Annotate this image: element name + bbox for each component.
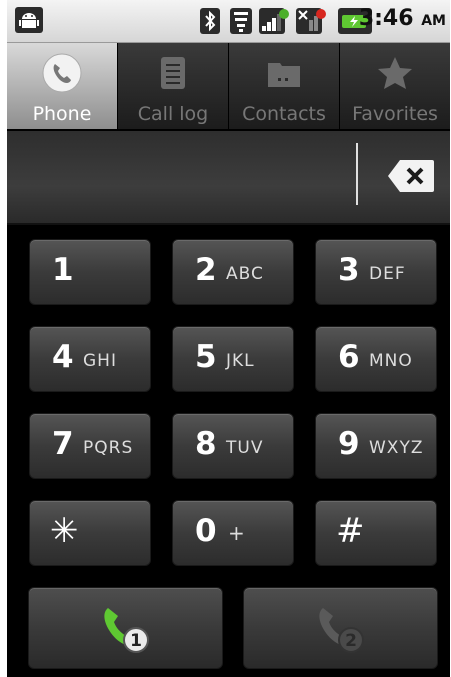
wifi-icon xyxy=(230,8,252,38)
tab-label: Call log xyxy=(137,103,209,125)
tab-favorites[interactable]: Favorites xyxy=(340,43,450,129)
star-icon xyxy=(375,53,415,93)
android-icon xyxy=(15,7,43,37)
backspace-icon[interactable] xyxy=(386,158,436,194)
tab-label: Phone xyxy=(32,103,92,125)
tab-bar: Phone Call log Contacts Favorites xyxy=(7,43,450,129)
key-2[interactable]: 2 ABC xyxy=(172,239,294,305)
key-digit: 4 xyxy=(52,339,74,375)
key-4[interactable]: 4 GHI xyxy=(29,326,151,392)
key-3[interactable]: 3 DEF xyxy=(315,239,437,305)
key-digit: 3 xyxy=(338,252,360,288)
key-star[interactable]: ✳ xyxy=(29,500,151,566)
call-sim2-icon: 2 xyxy=(318,608,364,653)
key-digit: 2 xyxy=(195,252,217,288)
no-signal-icon xyxy=(296,8,326,38)
key-pound[interactable]: # xyxy=(315,500,437,566)
call-sim2-button[interactable]: 2 xyxy=(243,587,438,669)
key-digit: 1 xyxy=(52,252,74,288)
key-digit: 5 xyxy=(195,339,217,375)
key-digit: 7 xyxy=(52,426,74,462)
key-digit: 0 xyxy=(195,513,217,549)
key-7[interactable]: 7 PQRS xyxy=(29,413,151,479)
call-sim1-button[interactable]: 1 xyxy=(28,587,223,669)
key-letters: MNO xyxy=(369,351,413,371)
key-0[interactable]: 0 + xyxy=(172,500,294,566)
key-digit: 9 xyxy=(338,426,360,462)
key-letters: PQRS xyxy=(83,438,134,458)
key-digit: 8 xyxy=(195,426,217,462)
key-9[interactable]: 9 WXYZ xyxy=(315,413,437,479)
key-5[interactable]: 5 JKL xyxy=(172,326,294,392)
key-letters: GHI xyxy=(83,351,117,371)
call-log-icon xyxy=(153,53,193,93)
dialer-screen: 3:46 AM Phone Call log Contacts Favorite… xyxy=(7,0,450,677)
key-1[interactable]: 1 xyxy=(29,239,151,305)
clock-time: 3:46 xyxy=(358,6,414,31)
call-sim1-icon: 1 xyxy=(103,608,149,653)
key-digit: # xyxy=(336,511,365,551)
text-cursor xyxy=(356,143,358,205)
key-letters: TUV xyxy=(226,438,264,458)
key-digit: 6 xyxy=(338,339,360,375)
bluetooth-icon xyxy=(200,8,220,38)
contacts-icon xyxy=(264,53,304,93)
digits-field[interactable] xyxy=(7,131,450,225)
key-letters: WXYZ xyxy=(369,438,424,458)
key-letters: ABC xyxy=(226,264,264,284)
sim1-number: 1 xyxy=(130,631,142,651)
key-digit: ✳ xyxy=(50,511,79,551)
tab-phone[interactable]: Phone xyxy=(7,43,118,129)
key-8[interactable]: 8 TUV xyxy=(172,413,294,479)
signal-icon xyxy=(259,8,289,38)
key-letters: JKL xyxy=(226,351,255,371)
tab-call-log[interactable]: Call log xyxy=(118,43,229,129)
sim2-number: 2 xyxy=(345,631,357,651)
tab-label: Contacts xyxy=(242,103,326,125)
key-letters: DEF xyxy=(369,264,406,284)
key-letters: + xyxy=(228,521,246,545)
clock-ampm: AM xyxy=(421,13,446,29)
status-bar: 3:46 AM xyxy=(7,0,450,43)
key-6[interactable]: 6 MNO xyxy=(315,326,437,392)
tab-label: Favorites xyxy=(352,103,438,125)
phone-icon xyxy=(42,53,82,93)
tab-contacts[interactable]: Contacts xyxy=(229,43,340,129)
clock: 3:46 AM xyxy=(359,6,446,31)
